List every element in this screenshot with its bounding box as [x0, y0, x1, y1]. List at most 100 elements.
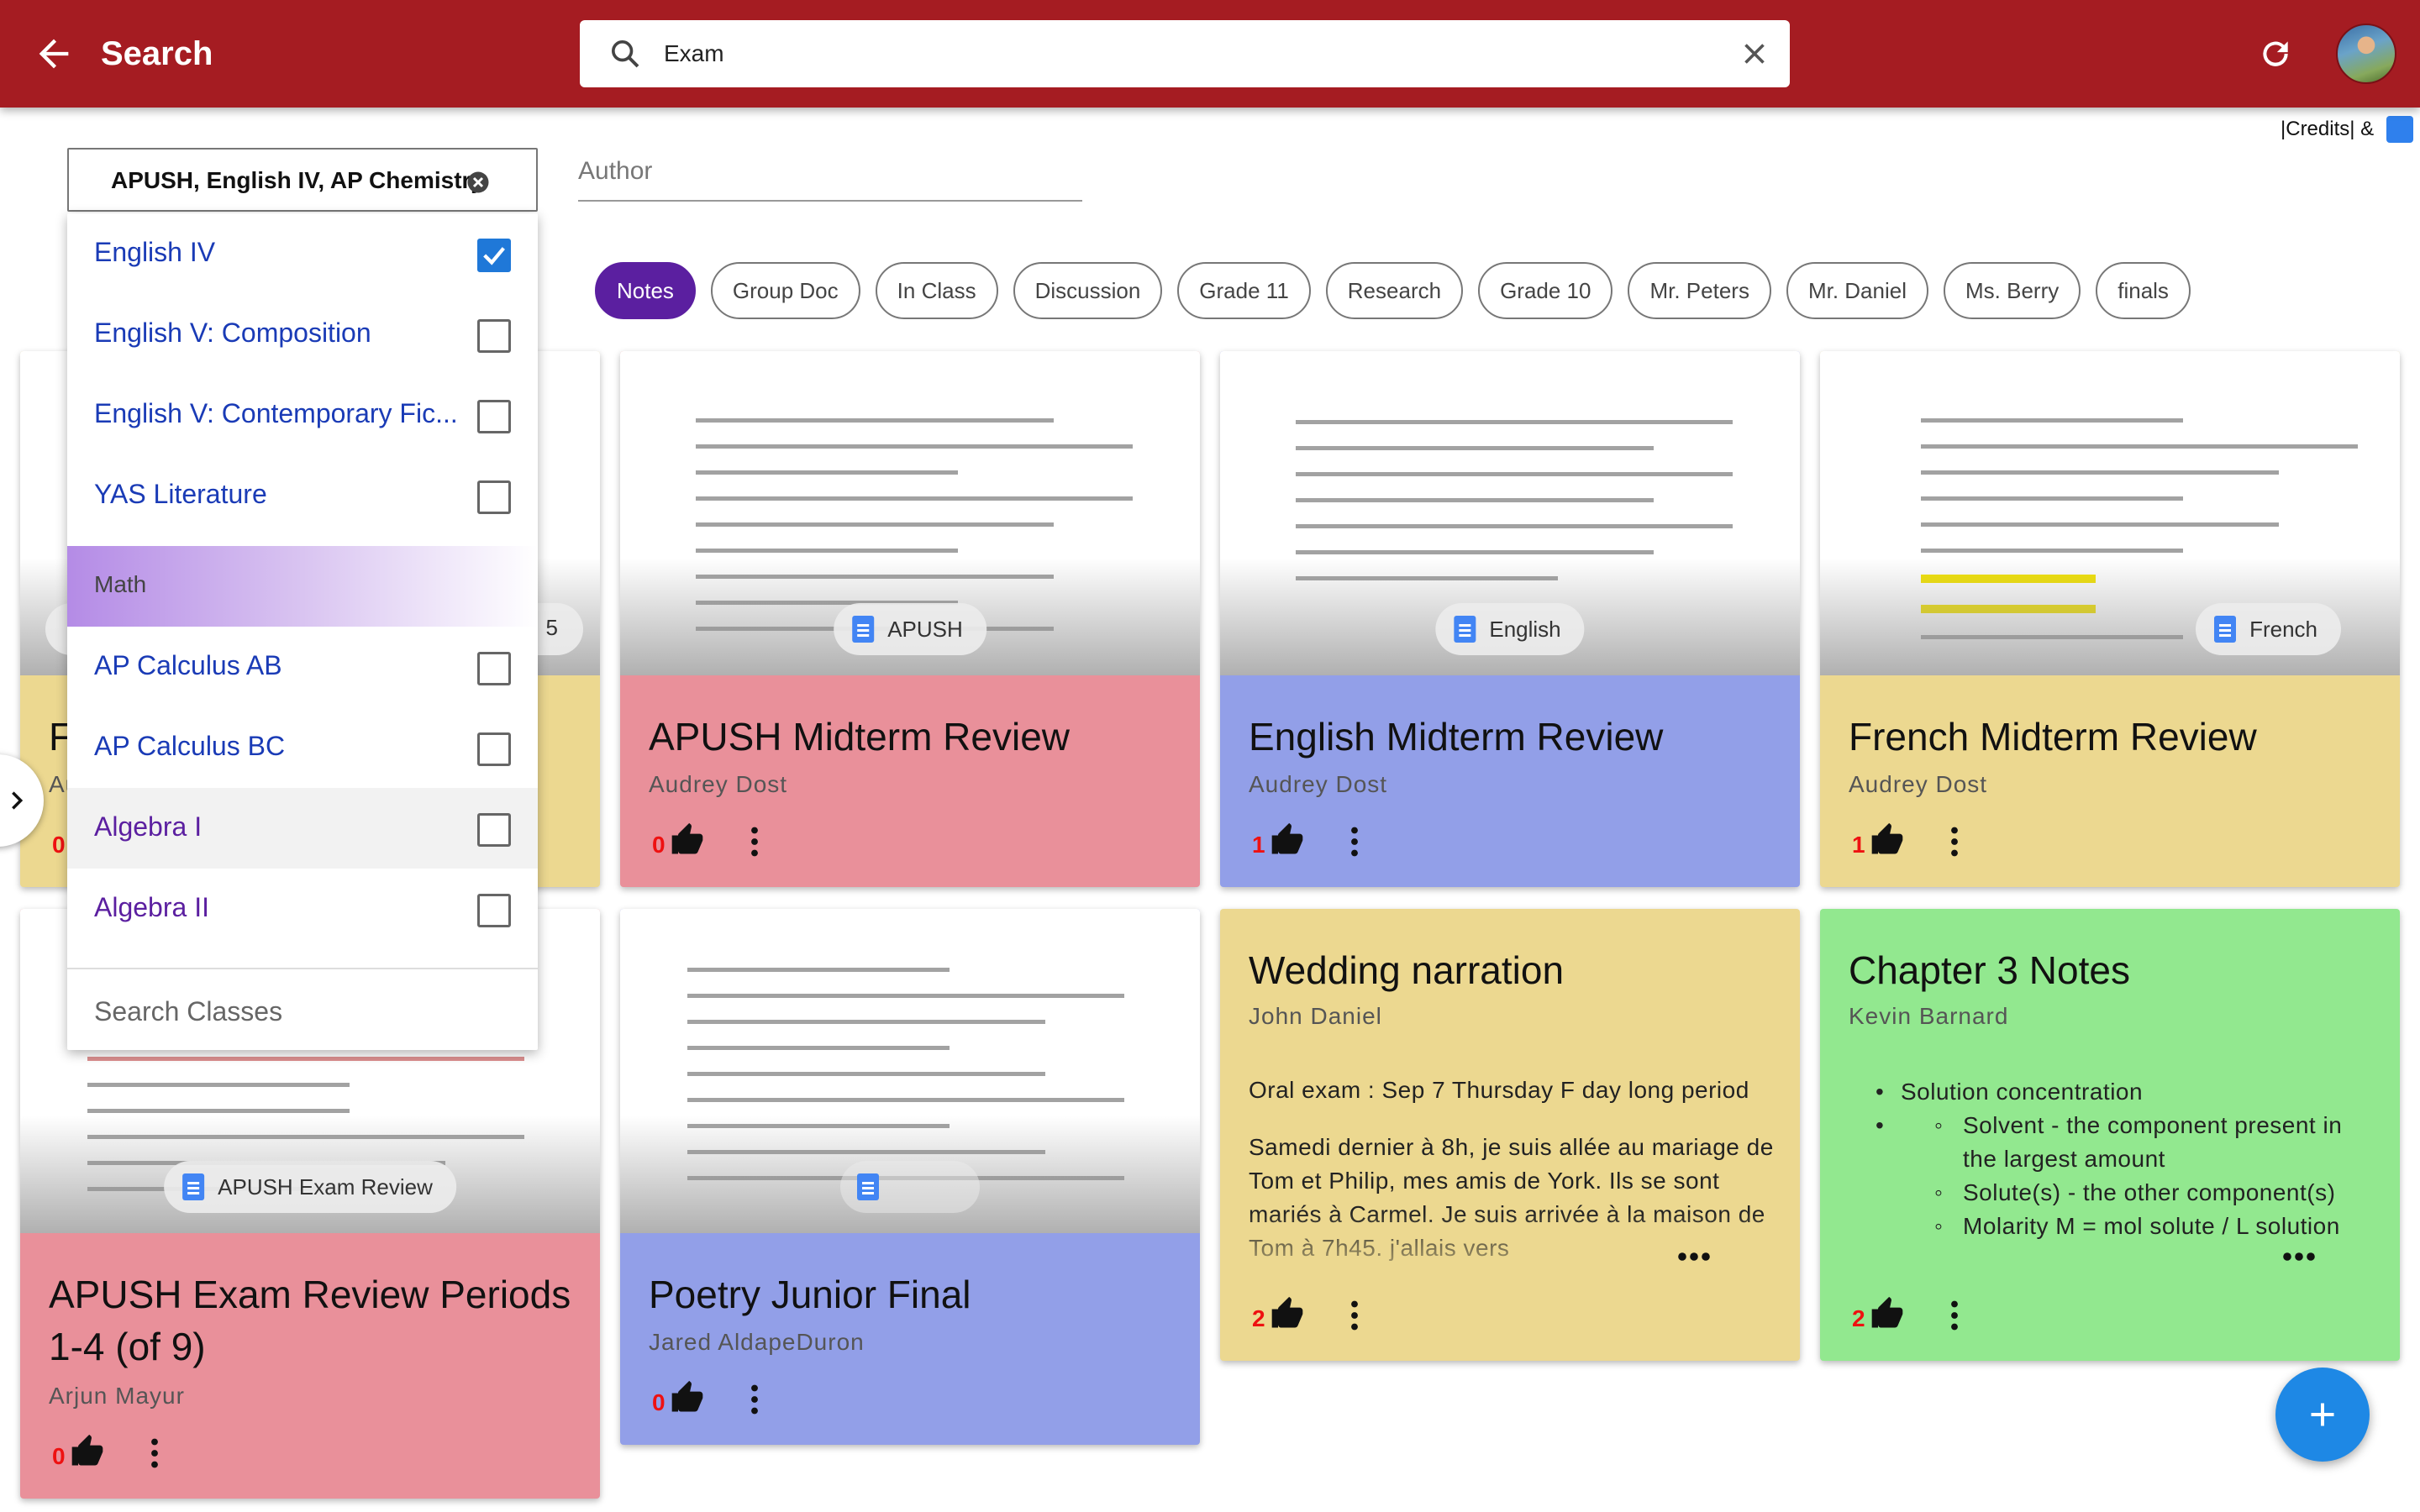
- chip-ms-berry[interactable]: Ms. Berry: [1944, 262, 2081, 319]
- checkbox[interactable]: [477, 400, 511, 433]
- more-vert-icon[interactable]: [750, 1384, 760, 1415]
- card-title[interactable]: English Midterm Review: [1249, 711, 1663, 763]
- class-dropdown: English IV English V: Composition Englis…: [67, 213, 538, 1050]
- google-docs-icon: [852, 616, 875, 643]
- doc-chip[interactable]: French: [2196, 603, 2341, 655]
- chevron-right-icon: [12, 791, 24, 810]
- plus-icon: [2311, 1403, 2334, 1426]
- card-thumbnail[interactable]: French: [1820, 351, 2400, 675]
- checkbox-checked[interactable]: [477, 239, 511, 272]
- class-search-input[interactable]: [94, 993, 497, 1030]
- checkbox[interactable]: [477, 480, 511, 514]
- chip-notes[interactable]: Notes: [595, 262, 696, 319]
- group-label: Math: [94, 571, 147, 597]
- class-option-algebra-ii[interactable]: Algebra II: [67, 869, 538, 949]
- thumbs-up-icon[interactable]: [1269, 822, 1306, 858]
- like-count: 2: [1852, 1305, 1865, 1331]
- card-thumbnail[interactable]: [620, 909, 1200, 1233]
- doc-chip[interactable]: APUSH Exam Review: [164, 1161, 456, 1213]
- google-docs-icon: [2214, 616, 2237, 643]
- thumbs-up-icon[interactable]: [1869, 822, 1906, 858]
- search-input[interactable]: [664, 34, 1672, 74]
- clear-circle-icon[interactable]: [466, 170, 491, 195]
- more-vert-icon[interactable]: [1949, 1300, 1960, 1331]
- card-author: Jared AldapeDuron: [649, 1329, 865, 1355]
- sub-list-item: ◦ Solvent - the component present in the …: [1934, 1112, 2343, 1172]
- note-card[interactable]: APUSH APUSH Midterm Review Audrey Dost 0: [620, 351, 1200, 887]
- note-card[interactable]: Poetry Junior Final Jared AldapeDuron 0: [620, 909, 1200, 1445]
- class-option-english-iv[interactable]: English IV: [67, 213, 538, 294]
- note-card[interactable]: English English Midterm Review Audrey Do…: [1220, 351, 1800, 887]
- doc-chip[interactable]: English: [1435, 603, 1585, 655]
- close-icon[interactable]: [1739, 39, 1770, 69]
- chip-grade-11[interactable]: Grade 11: [1177, 262, 1311, 319]
- doc-chip[interactable]: APUSH: [834, 603, 986, 655]
- more-vert-icon[interactable]: [150, 1438, 160, 1468]
- author-field[interactable]: [578, 148, 1082, 202]
- more-vert-icon[interactable]: [750, 827, 760, 857]
- class-option-algebra-i[interactable]: Algebra I: [67, 788, 538, 869]
- credits-label[interactable]: |Credits| &: [2281, 118, 2374, 141]
- chip-mr-peters[interactable]: Mr. Peters: [1628, 262, 1771, 319]
- chip-grade-10[interactable]: Grade 10: [1478, 262, 1613, 319]
- class-option-english-v-composition[interactable]: English V: Composition: [67, 294, 538, 375]
- checkbox[interactable]: [477, 652, 511, 685]
- card-author: John Daniel: [1249, 1003, 1382, 1029]
- note-card[interactable]: Wedding narration John Daniel Oral exam …: [1220, 909, 1800, 1361]
- ellipsis-icon: [2283, 1252, 2315, 1261]
- chip-in-class[interactable]: In Class: [875, 262, 998, 319]
- refresh-icon[interactable]: [2257, 35, 2294, 72]
- chip-mr-daniel[interactable]: Mr. Daniel: [1786, 262, 1928, 319]
- class-option-ap-calculus-bc[interactable]: AP Calculus BC: [67, 707, 538, 788]
- tag-chips: Notes Group Doc In Class Discussion Grad…: [595, 262, 2191, 319]
- search-bar[interactable]: [580, 20, 1790, 87]
- sub-list-item: ◦ Solute(s) - the other component(s): [1934, 1179, 2336, 1205]
- class-option-yas-literature[interactable]: YAS Literature: [67, 455, 538, 536]
- class-search-field[interactable]: [67, 968, 538, 1050]
- more-vert-icon[interactable]: [1349, 1300, 1360, 1331]
- checkbox[interactable]: [477, 732, 511, 766]
- class-select[interactable]: APUSH, English IV, AP Chemistry: [67, 148, 538, 212]
- author-input[interactable]: [578, 155, 1082, 188]
- back-arrow-icon[interactable]: [32, 32, 76, 76]
- more-vert-icon[interactable]: [1349, 827, 1360, 857]
- card-title[interactable]: Poetry Junior Final: [649, 1268, 971, 1320]
- class-option-label: English V: Contemporary Fic...: [94, 398, 458, 428]
- chip-research[interactable]: Research: [1325, 262, 1464, 319]
- chip-discussion[interactable]: Discussion: [1013, 262, 1163, 319]
- card-thumbnail[interactable]: APUSH: [620, 351, 1200, 675]
- card-title[interactable]: French Midterm Review: [1849, 711, 2257, 763]
- card-title[interactable]: Chapter 3 Notes: [1849, 944, 2130, 996]
- class-option-label: AP Calculus BC: [94, 731, 286, 761]
- like-count: 1: [1252, 832, 1265, 858]
- checkbox[interactable]: [477, 319, 511, 353]
- class-option-english-v-contemporary[interactable]: English V: Contemporary Fic...: [67, 375, 538, 455]
- chip-group-doc[interactable]: Group Doc: [710, 262, 860, 319]
- class-option-label: English V: Composition: [94, 318, 371, 348]
- thumbs-up-icon[interactable]: [669, 1379, 706, 1416]
- card-title[interactable]: APUSH Midterm Review: [649, 711, 1070, 763]
- card-body-notes: • Solution concentration • ◦ Solvent - th…: [1876, 1075, 2380, 1277]
- thumbs-up-icon[interactable]: [69, 1433, 106, 1470]
- card-title[interactable]: APUSH Exam Review Periods 1-4 (of 9): [49, 1268, 587, 1373]
- chip-finals[interactable]: finals: [2096, 262, 2191, 319]
- sub-list-item: ◦ Molarity M = mol solute / L solution: [1934, 1213, 2340, 1239]
- checkbox[interactable]: [477, 894, 511, 927]
- doc-chip[interactable]: [840, 1161, 980, 1213]
- note-card[interactable]: Chapter 3 Notes Kevin Barnard • Solution…: [1820, 909, 2400, 1361]
- card-thumbnail[interactable]: English: [1220, 351, 1800, 675]
- doc-chip-label: French: [2249, 616, 2317, 642]
- add-note-button[interactable]: [2275, 1368, 2370, 1462]
- more-vert-icon[interactable]: [1949, 827, 1960, 857]
- note-card[interactable]: French French Midterm Review Audrey Dost…: [1820, 351, 2400, 887]
- credits-icon[interactable]: [2386, 116, 2413, 143]
- checkbox[interactable]: [477, 813, 511, 847]
- thumbs-up-icon[interactable]: [1869, 1295, 1906, 1332]
- class-option-ap-calculus-ab[interactable]: AP Calculus AB: [67, 627, 538, 707]
- card-title[interactable]: Wedding narration: [1249, 944, 1564, 996]
- thumbs-up-icon[interactable]: [669, 822, 706, 858]
- like-count: 2: [1252, 1305, 1265, 1331]
- thumbs-up-icon[interactable]: [1269, 1295, 1306, 1332]
- doc-chip-label: 5: [545, 615, 558, 640]
- avatar[interactable]: [2336, 24, 2396, 84]
